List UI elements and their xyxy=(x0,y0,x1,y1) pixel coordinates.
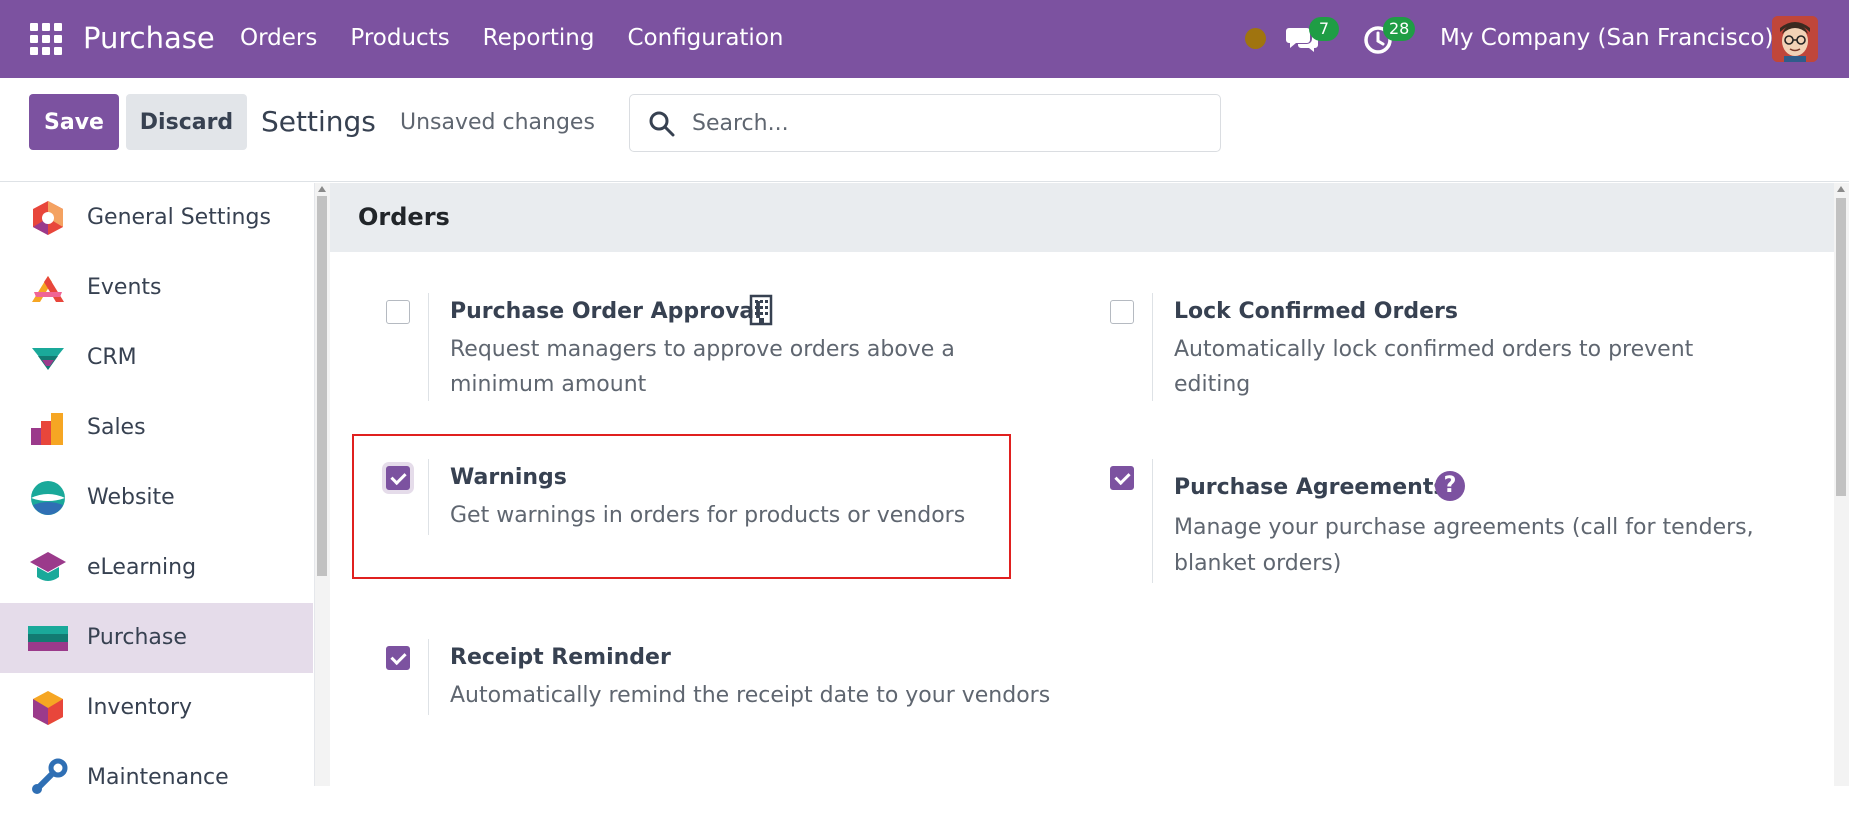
purchase-order-approval-checkbox[interactable] xyxy=(386,300,410,324)
unsaved-status: Unsaved changes xyxy=(400,110,595,135)
sidebar-item-events[interactable]: Events xyxy=(0,253,313,323)
section-header: Orders xyxy=(330,183,1834,252)
sidebar-item-crm[interactable]: CRM xyxy=(0,323,313,393)
sidebar-item-inventory[interactable]: Inventory xyxy=(0,673,313,743)
settings-sidebar: General Settings Events CRM Sales Websit… xyxy=(0,183,315,794)
menu-configuration[interactable]: Configuration xyxy=(627,22,783,54)
sidebar-item-label: Sales xyxy=(87,415,146,440)
sidebar-item-purchase[interactable]: Purchase xyxy=(0,603,313,673)
highlight-box xyxy=(352,434,1011,579)
website-icon xyxy=(31,481,65,515)
sidebar-item-label: Inventory xyxy=(87,695,193,720)
crm-icon xyxy=(32,348,64,370)
menu-products[interactable]: Products xyxy=(350,22,449,54)
sidebar-item-label: General Settings xyxy=(87,205,271,230)
sidebar-item-label: Purchase xyxy=(87,625,187,650)
search-input[interactable] xyxy=(692,105,1192,141)
app-brand[interactable]: Purchase xyxy=(83,18,215,58)
inventory-icon xyxy=(33,691,63,725)
setting-description: Automatically lock confirmed orders to p… xyxy=(1174,337,1694,362)
sidebar-item-label: Maintenance xyxy=(87,765,229,790)
page-title: Settings xyxy=(261,105,376,138)
divider xyxy=(1152,459,1153,583)
messages-count-badge: 7 xyxy=(1309,17,1339,41)
setting-title: Purchase Order Approval xyxy=(450,299,762,324)
company-switcher[interactable]: My Company (San Francisco) xyxy=(1440,22,1773,54)
divider xyxy=(428,639,429,715)
activities-count-badge: 28 xyxy=(1383,17,1416,41)
main-menu: Orders Products Reporting Configuration xyxy=(240,22,816,54)
search-icon xyxy=(649,111,675,137)
setting-title: Purchase Agreements xyxy=(1174,475,1447,500)
elearning-icon xyxy=(30,552,66,581)
menu-orders[interactable]: Orders xyxy=(240,22,317,54)
general-settings-icon xyxy=(33,201,63,235)
sidebar-item-label: Website xyxy=(87,485,175,510)
apps-grid-icon[interactable] xyxy=(30,23,62,55)
setting-description: blanket orders) xyxy=(1174,551,1342,576)
lock-confirmed-orders-checkbox[interactable] xyxy=(1110,300,1134,324)
sidebar-item-sales[interactable]: Sales xyxy=(0,393,313,463)
menu-reporting[interactable]: Reporting xyxy=(483,22,595,54)
events-icon xyxy=(32,276,64,302)
purchase-agreements-checkbox[interactable] xyxy=(1110,466,1134,490)
receipt-reminder-checkbox[interactable] xyxy=(386,646,410,670)
setting-description: editing xyxy=(1174,372,1251,397)
top-navbar: Purchase Orders Products Reporting Confi… xyxy=(0,0,1849,78)
setting-description: Request managers to approve orders above… xyxy=(450,337,955,362)
sidebar-item-label: eLearning xyxy=(87,555,197,580)
sidebar-item-maintenance[interactable]: Maintenance xyxy=(0,743,313,813)
sidebar-item-label: CRM xyxy=(87,345,137,370)
section-title: Orders xyxy=(358,203,450,231)
sales-icon xyxy=(31,413,63,445)
setting-title: Lock Confirmed Orders xyxy=(1174,299,1458,324)
purchase-icon xyxy=(28,626,68,651)
setting-description: Automatically remind the receipt date to… xyxy=(450,683,1051,708)
sidebar-item-general-settings[interactable]: General Settings xyxy=(0,183,313,253)
search-bar[interactable] xyxy=(629,94,1221,152)
setting-description: minimum amount xyxy=(450,372,647,397)
status-dot-icon[interactable] xyxy=(1245,28,1266,49)
discard-button[interactable]: Discard xyxy=(126,94,247,150)
control-panel: Save Discard Settings Unsaved changes xyxy=(0,78,1849,182)
sidebar-item-label: Events xyxy=(87,275,162,300)
scroll-up-arrow-icon[interactable] xyxy=(318,186,326,192)
building-icon xyxy=(749,294,773,326)
setting-description: Manage your purchase agreements (call fo… xyxy=(1174,515,1754,540)
setting-title: Receipt Reminder xyxy=(450,645,671,670)
help-icon[interactable]: ? xyxy=(1435,471,1465,501)
avatar[interactable] xyxy=(1772,16,1818,62)
content-scrollbar-thumb[interactable] xyxy=(1836,198,1846,496)
scroll-up-arrow-icon[interactable] xyxy=(1837,186,1845,192)
save-button[interactable]: Save xyxy=(29,94,119,150)
divider xyxy=(1152,293,1153,401)
sidebar-scrollbar-thumb[interactable] xyxy=(317,196,327,576)
sidebar-item-elearning[interactable]: eLearning xyxy=(0,533,313,603)
sidebar-item-website[interactable]: Website xyxy=(0,463,313,533)
divider xyxy=(428,293,429,401)
maintenance-icon xyxy=(32,758,68,794)
